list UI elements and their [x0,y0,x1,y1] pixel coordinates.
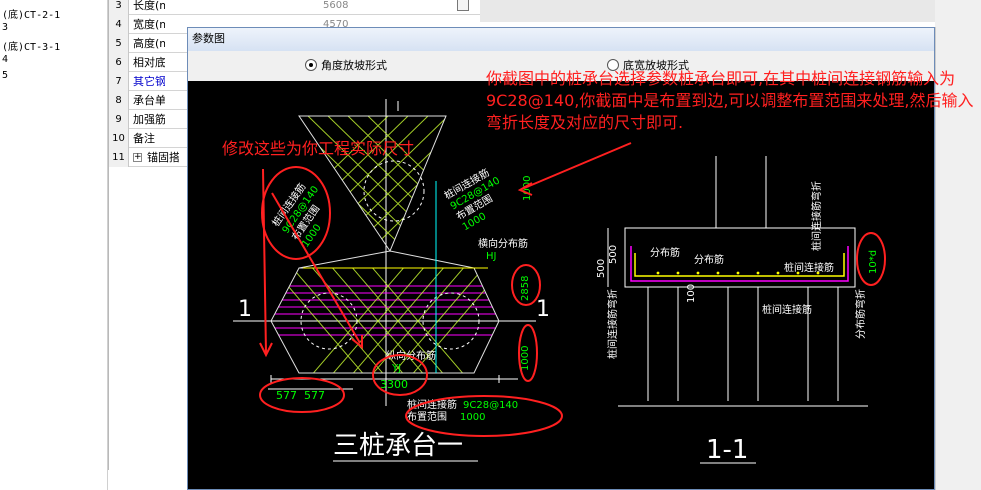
row-number: 5 [109,34,129,53]
row-number: 7 [109,72,129,91]
row-number: 4 [109,15,129,34]
dim-577: 577 [304,389,325,402]
property-name: 锚固搭接 [147,151,179,164]
property-name: 备注 [133,132,155,145]
section-mark: 1 [238,297,252,322]
property-name: 承台单边加强筋 [133,94,165,107]
tree-item[interactable]: (底)CT-3-1 [2,38,60,53]
row-number: 11 [109,148,129,167]
longitudinal-code: YJ [391,363,401,374]
section-dim: 500 [608,245,619,264]
section-dim: 100 [686,284,697,303]
pile-cap-outline [389,250,475,269]
section-hook: 10*d [868,250,879,274]
plan-title: 三桩承台一 [333,431,463,461]
section-dist-label: 分布筋 [650,246,680,259]
transverse-code: HJ [486,251,496,262]
instruction-annotation: 你截图中的桩承台选择参数桩承台即可,在其中桩间连接钢筋输入为9C28@140,你… [486,69,974,132]
angle-slope-label[interactable]: 角度放坡形式 [321,57,387,73]
row-number: 8 [109,91,129,110]
section-title: 1-1 [706,435,748,465]
section-mark: 1 [536,297,550,322]
expand-icon[interactable]: + [133,153,142,162]
component-tree: (底)CT-2-1 3 (底)CT-3-1 4 5 [0,0,108,490]
background-panel [935,0,981,27]
bottom-conn-spec: 9C28@140 [463,400,518,411]
property-name: 加强筋起步 [133,113,165,126]
dim-3300: 3300 [380,378,408,391]
property-name: 长度(mm) [133,0,165,12]
dim-2858: 2858 [520,276,531,301]
row-number: 10 [109,129,129,148]
property-value[interactable]: 5608 [323,0,348,15]
dialog-title: 参数图 [188,28,934,51]
tree-item[interactable]: 3 [2,22,8,33]
row-number: 3 [109,0,129,15]
modify-annotation: 修改这些为你工程实际尺寸 [222,139,415,158]
bottom-range-value: 1000 [460,412,485,423]
background-panel [480,0,981,22]
table-row[interactable]: 3 长度(mm) 5608 [109,0,481,15]
section-bend-label: 桩间连接筋弯折 [810,181,823,251]
bottom-conn-label: 桩间连接筋 [407,398,457,411]
transverse-label: 横向分布筋 [478,237,528,250]
annotation-marks [259,142,886,437]
row-number: 6 [109,53,129,72]
tree-item[interactable]: 4 [2,54,8,65]
section-bend-label: 分布筋弯折 [854,289,867,339]
row-number: 9 [109,110,129,129]
dim-1000: 1000 [520,346,531,371]
tree-item[interactable]: (底)CT-2-1 [2,6,60,21]
tree-item[interactable]: 5 [2,70,8,81]
angle-slope-radio[interactable] [305,59,317,71]
section-conn-label: 桩间连接筋 [784,261,834,274]
section-bend-label: 桩间连接筋弯折 [606,289,619,359]
bottom-range-label: 布置范围 [407,410,447,423]
section-conn-label: 桩间连接筋 [762,303,812,316]
section-dim: 500 [596,259,607,278]
property-name: 相对底标高 [133,56,165,69]
property-checkbox[interactable] [457,0,469,11]
property-name: 其它钢筋 [133,75,165,88]
dim-577: 577 [276,389,297,402]
property-name: 宽度(mm) [133,18,165,31]
section-dist-label: 分布筋 [694,253,724,266]
property-name: 高度(mm) [133,37,165,50]
